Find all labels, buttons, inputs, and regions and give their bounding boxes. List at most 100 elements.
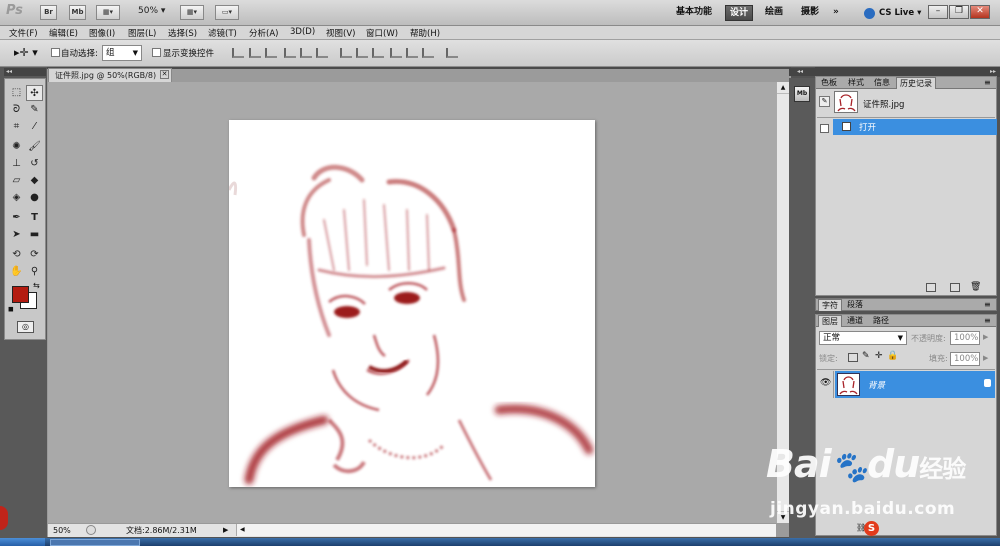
tab-swatches[interactable]: 色板 [818,77,840,89]
layer-row[interactable]: 背景 [835,371,995,398]
menu-select[interactable]: 选择(S) [168,27,197,39]
menu-layer[interactable]: 图层(L) [128,27,156,39]
view-extras-button[interactable]: ▦▾ [96,5,120,20]
zoom-level-menu[interactable]: 50% ▾ [138,6,165,16]
workspace-painting[interactable]: 绘画 [761,5,787,21]
status-menu-arrow-icon[interactable]: ▶ [223,524,228,537]
lock-transparent-icon[interactable] [848,353,858,362]
workspace-design[interactable]: 设计 [725,5,754,21]
snapshot-source-icon[interactable]: ✎ [819,96,830,107]
fill-input[interactable]: 100% [950,352,980,366]
menu-analysis[interactable]: 分析(A) [249,27,278,39]
menu-file[interactable]: 文件(F) [9,27,38,39]
lock-all-icon[interactable]: 🔒 [887,351,898,361]
menu-view[interactable]: 视图(V) [326,27,355,39]
show-transform-checkbox[interactable] [152,48,161,57]
toolbox-collapse-icon[interactable]: ◂◂ [4,68,46,76]
align-top-icon[interactable] [232,48,244,58]
character-panel-menu-icon[interactable]: ≡ [984,300,991,309]
horizontal-scrollbar[interactable]: ◀ [236,524,776,536]
icon-dock-collapse-icon[interactable]: ◂◂ [789,68,815,76]
foreground-color-swatch[interactable] [12,286,29,303]
delete-state-icon[interactable]: 🗑 [970,282,981,292]
tab-layers[interactable]: 图层 [818,315,842,327]
move-tool-icon[interactable]: ✣ [26,85,43,101]
status-zoom-icon[interactable] [86,525,96,535]
clone-stamp-tool-icon[interactable]: ⊥ [8,156,25,172]
arrange-documents-button[interactable]: ▦▾ [180,5,204,20]
blend-mode-dropdown[interactable]: 正常 ▼ [819,331,907,345]
align-left-icon[interactable] [284,48,296,58]
lock-position-icon[interactable]: ✛ [875,351,883,361]
layers-panel-menu-icon[interactable]: ≡ [984,316,991,325]
align-right-icon[interactable] [316,48,328,58]
scroll-left-icon[interactable]: ◀ [240,524,245,536]
auto-select-checkbox[interactable] [51,48,60,57]
sogou-ime-icon[interactable]: S [864,521,879,536]
eyedropper-tool-icon[interactable]: ⁄ [26,119,43,135]
distribute-top-icon[interactable] [340,48,352,58]
menu-image[interactable]: 图像(I) [89,27,115,39]
scroll-up-icon[interactable]: ▲ [777,82,789,94]
distribute-left-icon[interactable] [390,48,402,58]
bridge-button[interactable]: Br [40,5,57,20]
restore-button[interactable]: ❐ [949,5,969,19]
opacity-input[interactable]: 100% [950,331,980,345]
tab-info[interactable]: 信息 [871,77,893,89]
brush-tool-icon[interactable]: 🖌 [26,139,43,155]
workspace-photography[interactable]: 摄影 [797,5,823,21]
screen-mode-button[interactable]: ▭▾ [215,5,239,20]
new-document-from-state-icon[interactable] [926,283,936,292]
auto-select-dropdown[interactable]: 组 ▼ [102,45,142,61]
minimize-button[interactable]: – [928,5,948,19]
close-tab-icon[interactable]: ✕ [160,70,169,79]
new-snapshot-icon[interactable] [950,283,960,292]
spot-healing-tool-icon[interactable]: ✺ [8,139,25,155]
eraser-tool-icon[interactable]: ▱ [8,173,25,189]
menu-help[interactable]: 帮助(H) [410,27,440,39]
cslive-menu[interactable]: CS Live ▾ [879,8,921,18]
align-hcenter-icon[interactable] [300,48,312,58]
path-selection-tool-icon[interactable]: ➤ [8,227,25,243]
tab-history[interactable]: 历史记录 [896,77,936,89]
history-state-row[interactable]: 打开 [833,119,997,135]
tab-paths[interactable]: 路径 [870,315,892,327]
distribute-hcenter-icon[interactable] [406,48,418,58]
tab-channels[interactable]: 通道 [844,315,866,327]
hand-tool-icon[interactable]: ✋ [8,264,25,280]
panel-dock-expand-icon[interactable]: ▸▸ [990,67,996,76]
type-tool-icon[interactable]: T [26,210,43,226]
quick-selection-tool-icon[interactable]: ✎ [26,102,43,118]
workspace-essentials[interactable]: 基本功能 [672,5,716,21]
quick-mask-icon[interactable]: ◎ [17,321,34,333]
distribute-right-icon[interactable] [422,48,434,58]
tab-styles[interactable]: 样式 [845,77,867,89]
zoom-tool-icon[interactable]: ⚲ [26,264,43,280]
opacity-slider-arrow-icon[interactable]: ▶ [983,333,988,341]
lock-pixels-icon[interactable]: ✎ [862,351,870,361]
minibridge-panel-icon[interactable]: Mb [794,86,810,102]
align-bottom-icon[interactable] [265,48,277,58]
start-button[interactable] [0,538,45,546]
menu-filter[interactable]: 滤镜(T) [208,27,237,39]
document-tab[interactable]: 证件照.jpg @ 50%(RGB/8) ✕ [48,68,172,82]
status-zoom-level[interactable]: 50% [53,524,71,537]
minibridge-button[interactable]: Mb [69,5,86,20]
paint-bucket-tool-icon[interactable]: ◆ [26,173,43,189]
snapshot-thumbnail[interactable] [834,91,858,113]
tab-paragraph[interactable]: 段落 [844,299,866,311]
move-tool-preset-icon[interactable]: ▸✛ ▾ [14,46,38,59]
pen-tool-icon[interactable]: ✒ [8,210,25,226]
more-workspaces-button[interactable]: » [829,5,843,21]
history-panel-menu-icon[interactable]: ≡ [984,78,991,87]
dodge-tool-icon[interactable]: ● [26,190,43,206]
image-canvas[interactable] [229,120,595,487]
blur-tool-icon[interactable]: ◈ [8,190,25,206]
taskbar-item[interactable] [50,539,140,546]
fill-slider-arrow-icon[interactable]: ▶ [983,354,988,362]
layer-visibility-eye-icon[interactable]: 👁 [820,378,831,388]
lasso-tool-icon[interactable]: ᘐ [8,102,25,118]
menu-window[interactable]: 窗口(W) [366,27,398,39]
rectangle-tool-icon[interactable]: ▬ [26,227,43,243]
auto-align-icon[interactable] [446,48,458,58]
